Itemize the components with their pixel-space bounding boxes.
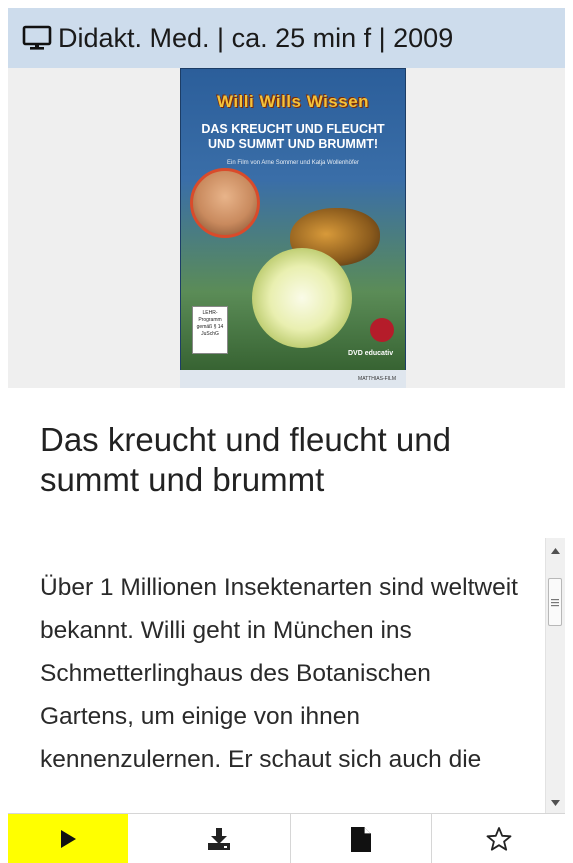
document-icon <box>351 826 371 852</box>
cover-area: Willi Wills Wissen Das kreucht und fleuc… <box>8 68 565 388</box>
chevron-down-icon <box>551 799 560 806</box>
download-button[interactable] <box>148 814 291 863</box>
description-scrollbar[interactable] <box>545 538 565 813</box>
description-scroll-area[interactable]: Über 1 Millionen Insektenarten sind welt… <box>8 538 565 813</box>
play-button[interactable] <box>8 814 128 863</box>
favorite-button[interactable] <box>432 814 565 863</box>
scroll-up-button[interactable] <box>546 542 565 559</box>
dvd-cover-image[interactable]: Willi Wills Wissen Das kreucht und fleuc… <box>180 68 406 388</box>
media-meta-bar: Didakt. Med. | ca. 25 min f | 2009 <box>8 8 565 68</box>
cover-headline: Das kreucht und fleucht und summt und br… <box>201 122 385 151</box>
cover-badge <box>370 318 394 342</box>
cover-dvd-label: DVD educativ <box>348 350 394 357</box>
document-button[interactable] <box>291 814 432 863</box>
media-card: Didakt. Med. | ca. 25 min f | 2009 Willi… <box>8 8 565 863</box>
media-title: Das kreucht und fleucht und summt und br… <box>40 421 451 498</box>
cover-portrait <box>190 168 260 238</box>
grip-icon <box>551 598 559 606</box>
scroll-down-button[interactable] <box>546 794 565 811</box>
star-icon <box>486 827 511 851</box>
scroll-thumb[interactable] <box>548 578 562 626</box>
download-icon <box>208 828 230 850</box>
chevron-up-icon <box>551 547 560 554</box>
action-toolbar <box>8 813 565 863</box>
cover-credit: Ein Film von Arne Sommer und Katja Wolle… <box>227 160 359 166</box>
monitor-icon <box>22 25 52 50</box>
media-meta-text: Didakt. Med. | ca. 25 min f | 2009 <box>58 22 454 53</box>
cover-flower <box>252 248 352 348</box>
cover-publisher: MATTHIAS-FILM <box>180 370 406 388</box>
cover-rating-label: LEHR-Programm gemäß § 14 JuSchG <box>192 306 228 354</box>
play-icon <box>61 830 76 848</box>
media-description: Über 1 Millionen Insektenarten sind welt… <box>40 574 518 773</box>
cover-brand: Willi Wills Wissen <box>216 92 370 111</box>
